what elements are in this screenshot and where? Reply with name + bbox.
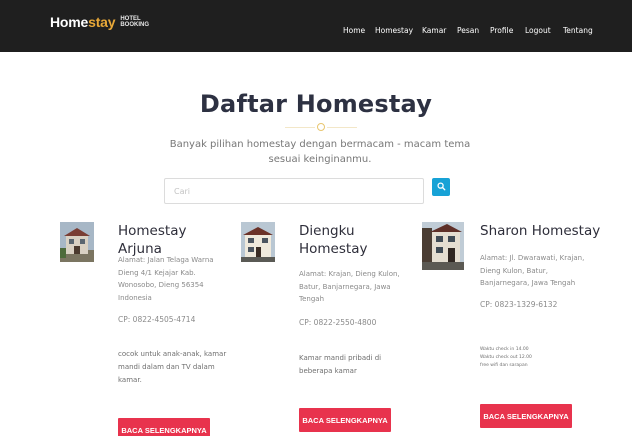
homestay-phone: CP: 0822-4505-4714 bbox=[118, 315, 196, 324]
nav-menu: Home Homestay Kamar Pesan Profile Logout… bbox=[0, 26, 632, 40]
homestay-photo[interactable] bbox=[60, 222, 94, 262]
page-subtitle: Banyak pilihan homestay dengan bermacam … bbox=[169, 139, 471, 165]
search-input[interactable] bbox=[164, 178, 424, 204]
nav-item-kamar[interactable]: Kamar bbox=[422, 26, 446, 35]
homestay-description: cocok untuk anak-anak, kamar mandi dalam… bbox=[118, 350, 227, 384]
navbar: Home stay HOTEL BOOKING Home Homestay Kam… bbox=[0, 0, 632, 52]
homestay-address: Alamat: Jalan Telaga Warna Dieng 4/1 Kej… bbox=[118, 256, 214, 302]
homestay-address: Alamat: Jl. Dwarawati, Krajan, Dieng Kul… bbox=[480, 254, 585, 287]
homestay-address: Alamat: Krajan, Dieng Kulon, Batur, Banj… bbox=[299, 270, 400, 303]
nav-item-profile[interactable]: Profile bbox=[490, 26, 513, 35]
title-divider bbox=[285, 123, 357, 133]
homestay-desc-line: free wifi dan sarapan bbox=[480, 363, 528, 368]
homestay-phone: CP: 0822-2550-4800 bbox=[299, 318, 377, 327]
read-more-button[interactable]: BACA SELENGKAPNYA bbox=[299, 408, 391, 432]
homestay-desc-line: Waktu check out 12.00 bbox=[480, 355, 532, 360]
read-more-button[interactable]: BACA SELENGKAPNYA bbox=[118, 418, 210, 436]
nav-item-logout[interactable]: Logout bbox=[525, 26, 551, 35]
nav-item-tentang[interactable]: Tentang bbox=[563, 26, 593, 35]
homestay-description: Kamar mandi pribadi di beberapa kamar bbox=[299, 354, 382, 375]
homestay-name[interactable]: Homestay Arjuna bbox=[118, 222, 228, 258]
nav-item-home[interactable]: Home bbox=[343, 26, 365, 35]
homestay-photo[interactable] bbox=[241, 222, 275, 262]
homestay-description: Waktu check in 14.00 Waktu check out 12.… bbox=[480, 346, 590, 370]
read-more-button[interactable]: BACA SELENGKAPNYA bbox=[480, 404, 572, 428]
divider-dot-icon bbox=[317, 123, 325, 131]
nav-item-pesan[interactable]: Pesan bbox=[457, 26, 479, 35]
homestay-name[interactable]: Diengku Homestay bbox=[299, 222, 409, 258]
nav-item-homestay[interactable]: Homestay bbox=[375, 26, 413, 35]
page-title: Daftar Homestay bbox=[199, 90, 433, 118]
homestay-name[interactable]: Sharon Homestay bbox=[480, 222, 610, 240]
homestay-photo[interactable] bbox=[422, 222, 464, 270]
search-icon bbox=[437, 182, 446, 191]
homestay-phone: CP: 0823-1329-6132 bbox=[480, 300, 558, 309]
homestay-desc-line: Waktu check in 14.00 bbox=[480, 347, 529, 352]
search-button[interactable] bbox=[432, 178, 450, 196]
